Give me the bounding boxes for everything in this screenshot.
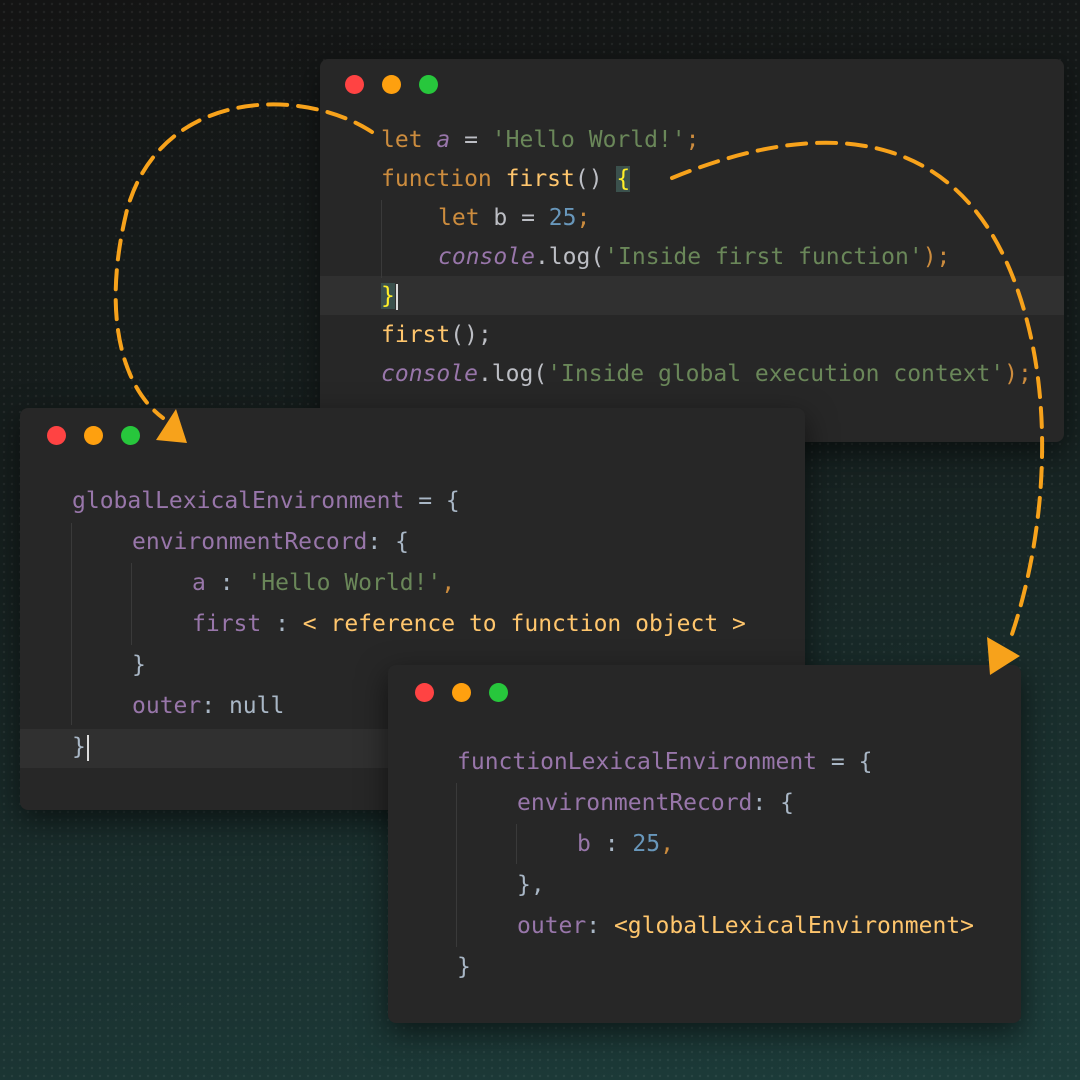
code-editor[interactable]: let a = 'Hello World!'; function first()… [381, 121, 1032, 387]
code-token: ; [576, 205, 591, 231]
code-token: first [381, 322, 451, 348]
matched-bracket: { [616, 166, 631, 192]
code-line: environmentRecord: { [517, 784, 794, 823]
maximize-button[interactable] [489, 683, 508, 702]
code-line: first(); [381, 316, 492, 355]
code-line: } [457, 948, 471, 987]
code-token: ; [685, 127, 700, 153]
code-token: let [438, 205, 494, 231]
code-token: environmentRecord [132, 529, 368, 555]
code-token: , [660, 831, 674, 857]
code-editor-window: let a = 'Hello World!'; function first()… [320, 59, 1064, 442]
code-token: = { [404, 488, 460, 514]
code-token: first [192, 611, 262, 637]
indent-guide [516, 824, 517, 864]
code-token: (); [450, 322, 492, 348]
code-line: } [132, 646, 146, 685]
minimize-button[interactable] [452, 683, 471, 702]
code-token: globalLexicalEnvironment [72, 488, 405, 514]
code-line: let b = 25; [438, 199, 590, 238]
code-token: ); [1004, 361, 1032, 387]
code-token: outer [517, 913, 587, 939]
code-line: functionLexicalEnvironment = { [457, 743, 872, 782]
window-controls [345, 75, 438, 94]
code-token: 'Hello World!' [247, 570, 442, 596]
function-environment-window: functionLexicalEnvironment = { environme… [388, 665, 1021, 1023]
code-token: <globalLexicalEnvironment> [613, 913, 974, 939]
code-token: first [505, 166, 575, 192]
code-token: = { [817, 749, 873, 775]
code-line: } [381, 277, 398, 316]
code-token: } [72, 734, 86, 760]
code-token: a [436, 127, 451, 153]
code-token: : [261, 611, 303, 637]
matched-bracket: } [381, 283, 395, 309]
close-button[interactable] [47, 426, 66, 445]
maximize-button[interactable] [419, 75, 438, 94]
code-token: console [438, 244, 535, 270]
code-block: globalLexicalEnvironment = { environment… [72, 482, 746, 761]
indent-guide [131, 563, 132, 645]
code-token: < reference to function object > [302, 611, 746, 637]
code-token: let [381, 127, 437, 153]
code-token: : { [367, 529, 409, 555]
text-cursor [395, 283, 398, 310]
code-line: b : 25, [577, 825, 674, 864]
code-token: a [192, 570, 206, 596]
minimize-button[interactable] [382, 75, 401, 94]
code-token: } [132, 652, 146, 678]
code-line: first : < reference to function object > [192, 605, 746, 644]
code-token: function [381, 166, 506, 192]
close-button[interactable] [415, 683, 434, 702]
code-line: outer: <globalLexicalEnvironment> [517, 907, 974, 946]
code-token: : { [752, 790, 794, 816]
code-line: a : 'Hello World!', [192, 564, 455, 603]
minimize-button[interactable] [84, 426, 103, 445]
code-token: 25 [548, 205, 577, 231]
code-token: : [205, 570, 248, 596]
window-controls [415, 683, 508, 702]
code-token: }, [517, 872, 545, 898]
code-token: .log( [534, 244, 605, 270]
code-token: b [493, 205, 508, 231]
code-line: outer: null [132, 687, 284, 726]
code-block: functionLexicalEnvironment = { environme… [457, 743, 974, 980]
code-token: : [590, 831, 633, 857]
code-token: .log( [477, 361, 548, 387]
code-line: environmentRecord: { [132, 523, 409, 562]
code-token: 'Hello World!' [491, 127, 686, 153]
code-token: } [457, 954, 471, 980]
code-token: = [450, 127, 492, 153]
maximize-button[interactable] [121, 426, 140, 445]
code-token: = [507, 205, 549, 231]
code-line: let a = 'Hello World!'; [381, 121, 700, 160]
code-token: : [586, 913, 614, 939]
code-token: console [381, 361, 478, 387]
code-token: 'Inside first function' [604, 244, 923, 270]
code-token: outer [132, 693, 202, 719]
code-token: b [577, 831, 591, 857]
code-token: ); [922, 244, 951, 270]
code-token: null [228, 693, 285, 719]
code-token: 25 [632, 831, 661, 857]
code-line: }, [517, 866, 545, 905]
code-token: : [201, 693, 229, 719]
code-token: environmentRecord [517, 790, 753, 816]
text-cursor [86, 734, 89, 761]
code-line: console.log('Inside global execution con… [381, 355, 1032, 394]
code-token: () [574, 166, 617, 192]
code-token: 'Inside global execution context' [547, 361, 1005, 387]
code-token: functionLexicalEnvironment [457, 749, 818, 775]
window-controls [47, 426, 140, 445]
code-line: globalLexicalEnvironment = { [72, 482, 460, 521]
code-token: , [441, 570, 456, 596]
code-line: function first() { [381, 160, 631, 199]
code-line: } [72, 728, 89, 767]
code-line: console.log('Inside first function'); [438, 238, 950, 277]
close-button[interactable] [345, 75, 364, 94]
